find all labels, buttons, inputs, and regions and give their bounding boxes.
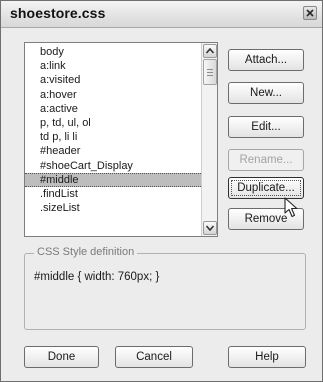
done-button[interactable]: Done	[24, 346, 99, 368]
attach-button[interactable]: Attach...	[228, 49, 304, 71]
list-item-selected[interactable]: #middle	[25, 172, 201, 187]
style-definition-text: #middle { width: 760px; }	[34, 271, 160, 283]
scroll-thumb[interactable]	[203, 59, 217, 85]
style-list-items: body a:link a:visited a:hover a:active p…	[25, 45, 201, 215]
new-button[interactable]: New...	[228, 82, 304, 104]
thumb-grip	[207, 69, 213, 70]
close-button[interactable]	[303, 6, 317, 20]
list-item[interactable]: a:hover	[25, 88, 201, 102]
list-item[interactable]: #header	[25, 144, 201, 158]
list-item[interactable]: .sizeList	[25, 201, 201, 215]
help-button[interactable]: Help	[228, 346, 306, 368]
focus-ring	[231, 180, 301, 196]
list-item[interactable]: #shoeCart_Display	[25, 159, 201, 173]
list-item[interactable]: a:link	[25, 59, 201, 73]
mouse-pointer	[284, 197, 300, 224]
list-item[interactable]: a:visited	[25, 73, 201, 87]
rename-button[interactable]: Rename...	[228, 149, 304, 171]
cancel-button[interactable]: Cancel	[115, 346, 193, 368]
style-list[interactable]: body a:link a:visited a:hover a:active p…	[24, 42, 218, 237]
list-item[interactable]: body	[25, 45, 201, 59]
duplicate-button[interactable]: Duplicate...	[228, 177, 304, 199]
mouse-pointer-icon	[284, 197, 298, 218]
list-item[interactable]: p, td, ul, ol	[25, 116, 201, 130]
scroll-down-button[interactable]	[203, 221, 217, 235]
css-styles-dialog: shoestore.css body a:link a:visited a:ho…	[0, 0, 323, 382]
scroll-up-arrow-icon	[206, 48, 214, 54]
edit-button[interactable]: Edit...	[228, 116, 304, 138]
list-item[interactable]: .findList	[25, 187, 201, 201]
list-item[interactable]: a:active	[25, 102, 201, 116]
thumb-grip	[207, 72, 213, 73]
title-bar[interactable]: shoestore.css	[1, 1, 322, 28]
list-item[interactable]: td p, li li	[25, 130, 201, 144]
group-legend: CSS Style definition	[34, 246, 138, 258]
close-icon	[306, 9, 314, 17]
window-title: shoestore.css	[10, 5, 106, 21]
css-style-definition-group	[24, 253, 306, 330]
scroll-down-arrow-icon	[206, 225, 214, 231]
list-scrollbar[interactable]	[201, 43, 217, 236]
scroll-up-button[interactable]	[203, 44, 217, 58]
thumb-grip	[207, 75, 213, 76]
